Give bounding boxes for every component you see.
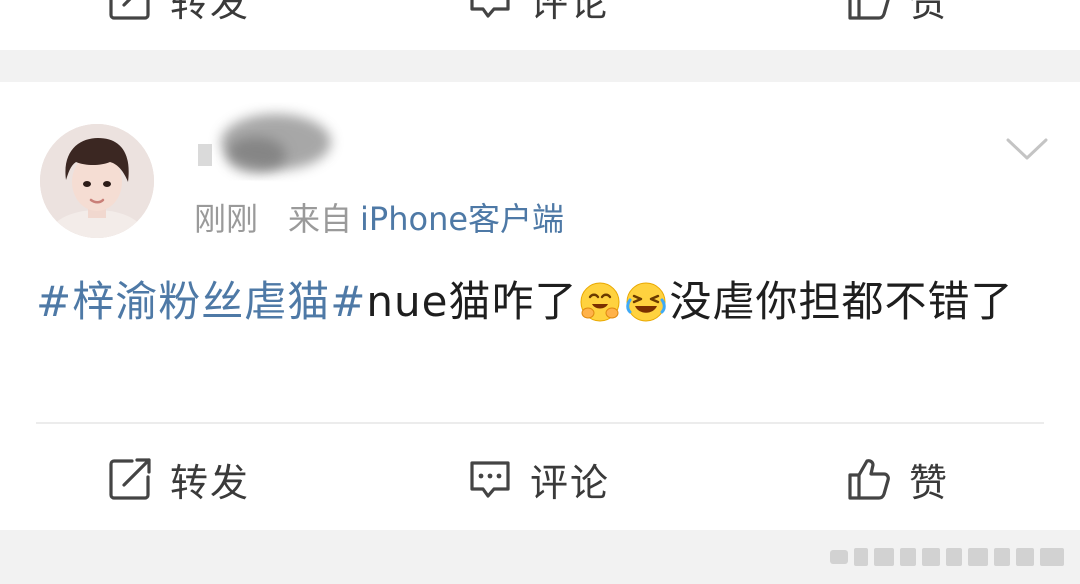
repost-label: 转发 — [170, 460, 251, 505]
source-client-link[interactable]: iPhone客户端 — [360, 200, 564, 238]
previous-post-action-bar: 转发 评论 赞 — [0, 0, 1080, 44]
username-redacted — [196, 100, 346, 190]
like-label: 赞 — [909, 460, 950, 505]
post-text-part-1: nue猫咋了 — [366, 277, 578, 326]
repost-icon — [106, 0, 154, 23]
post-action-bar: 转发 评论 赞 — [0, 434, 1080, 524]
previous-repost-button[interactable]: 转发 — [106, 0, 250, 44]
repost-icon — [106, 455, 154, 503]
post-meta: 刚刚 来自 iPhone客户端 — [194, 194, 564, 240]
previous-like-button[interactable]: 赞 — [845, 0, 949, 44]
hugging-face-emoji-icon — [578, 280, 622, 324]
rolling-laughing-emoji-icon — [624, 280, 668, 324]
previous-like-label: 赞 — [909, 0, 950, 25]
post-text: #梓渝粉丝虐猫#nue猫咋了 没虐你担都不错了 — [36, 270, 1026, 334]
hashtag-link[interactable]: #梓渝粉丝虐猫# — [36, 277, 366, 326]
comment-icon — [466, 0, 514, 23]
post-card: 刚刚 来自 iPhone客户端 #梓渝粉丝虐猫#nue猫咋了 没虐你担都不错了 转发 … — [0, 82, 1080, 530]
repost-button[interactable]: 转发 — [106, 434, 250, 524]
thumbs-up-icon — [845, 455, 893, 503]
previous-comment-button[interactable]: 评论 — [466, 0, 610, 44]
previous-comment-label: 评论 — [530, 0, 611, 25]
post-time: 刚刚 — [194, 200, 259, 238]
previous-post-card: 转发 评论 赞 — [0, 0, 1080, 50]
divider — [36, 422, 1044, 424]
post-text-part-2: 没虐你担都不错了 — [669, 277, 1014, 326]
comment-icon — [466, 455, 514, 503]
source-prefix: 来自 — [288, 200, 353, 238]
chevron-down-icon[interactable] — [1004, 134, 1050, 164]
thumbs-up-icon — [845, 0, 893, 23]
watermark — [830, 542, 1070, 570]
avatar[interactable] — [40, 124, 154, 238]
previous-repost-label: 转发 — [170, 0, 251, 25]
comment-button[interactable]: 评论 — [466, 434, 610, 524]
comment-label: 评论 — [530, 460, 611, 505]
like-button[interactable]: 赞 — [845, 434, 949, 524]
